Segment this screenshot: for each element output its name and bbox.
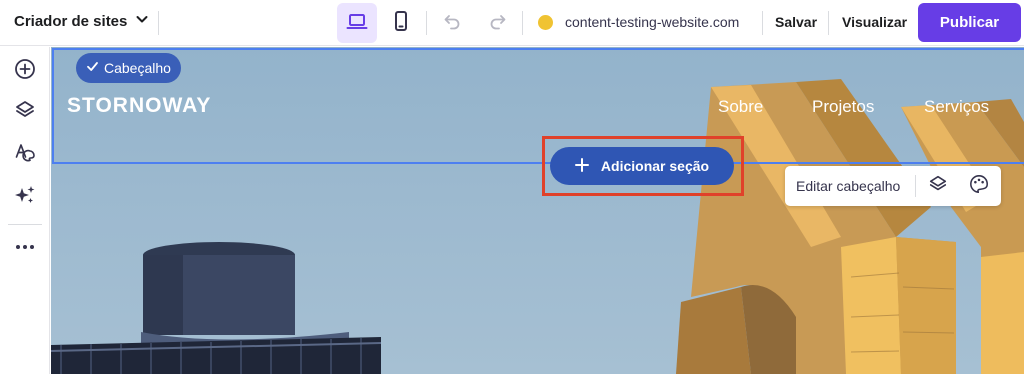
chevron-down-icon <box>135 12 149 30</box>
site-nav-item-projetos[interactable]: Projetos <box>812 97 874 117</box>
save-button[interactable]: Salvar <box>775 14 817 30</box>
ai-tools-button[interactable] <box>13 185 37 209</box>
divider <box>158 11 159 35</box>
redo-icon <box>488 11 508 36</box>
divider <box>762 11 763 35</box>
site-status-dot <box>538 15 553 30</box>
header-style-button[interactable] <box>967 174 991 198</box>
plus-icon <box>574 157 589 175</box>
check-icon <box>86 60 99 76</box>
mobile-view-button[interactable] <box>381 3 421 43</box>
desktop-view-button[interactable] <box>337 3 377 43</box>
site-logo-text[interactable]: STORNOWAY <box>67 94 211 118</box>
styles-button[interactable] <box>13 142 37 166</box>
add-section-button[interactable]: Adicionar seção <box>550 147 734 185</box>
laptop-icon <box>345 9 369 38</box>
site-builder-label: Criador de sites <box>14 12 128 30</box>
divider <box>426 11 427 35</box>
editor-canvas[interactable]: Cabeçalho STORNOWAY Sobre Projetos Servi… <box>51 47 1024 374</box>
add-section-label: Adicionar seção <box>600 158 710 174</box>
header-chip-label: Cabeçalho <box>104 60 171 76</box>
preview-button[interactable]: Visualizar <box>842 14 907 30</box>
layers-icon <box>14 99 36 126</box>
edit-header-button[interactable]: Editar cabeçalho <box>796 178 900 194</box>
layers-button[interactable] <box>13 100 37 124</box>
site-builder-menu[interactable]: Criador de sites <box>14 12 149 30</box>
site-domain[interactable]: content-testing-website.com <box>565 14 739 30</box>
header-layers-button[interactable] <box>926 174 950 198</box>
site-nav-item-sobre[interactable]: Sobre <box>718 97 763 117</box>
smartphone-icon <box>389 9 413 38</box>
divider <box>522 11 523 35</box>
site-nav-item-servicos[interactable]: Serviços <box>924 97 989 117</box>
undo-button[interactable] <box>440 11 464 35</box>
layers-icon <box>928 174 948 199</box>
header-edit-toolbar: Editar cabeçalho <box>785 166 1001 206</box>
divider <box>828 11 829 35</box>
divider <box>8 224 42 225</box>
publish-button[interactable]: Publicar <box>918 3 1021 42</box>
divider <box>915 175 916 197</box>
more-icon <box>14 236 36 263</box>
redo-button[interactable] <box>486 11 510 35</box>
left-sidebar <box>0 47 50 374</box>
more-options-button[interactable] <box>13 237 37 261</box>
palette-icon <box>969 174 989 199</box>
typography-palette-icon <box>14 141 36 168</box>
plus-circle-icon <box>14 58 36 85</box>
header-section-chip[interactable]: Cabeçalho <box>76 53 181 83</box>
top-toolbar: Criador de sites content-testing-website… <box>0 0 1024 46</box>
undo-icon <box>442 11 462 36</box>
add-element-button[interactable] <box>13 58 37 85</box>
ai-sparkles-icon <box>14 184 36 211</box>
